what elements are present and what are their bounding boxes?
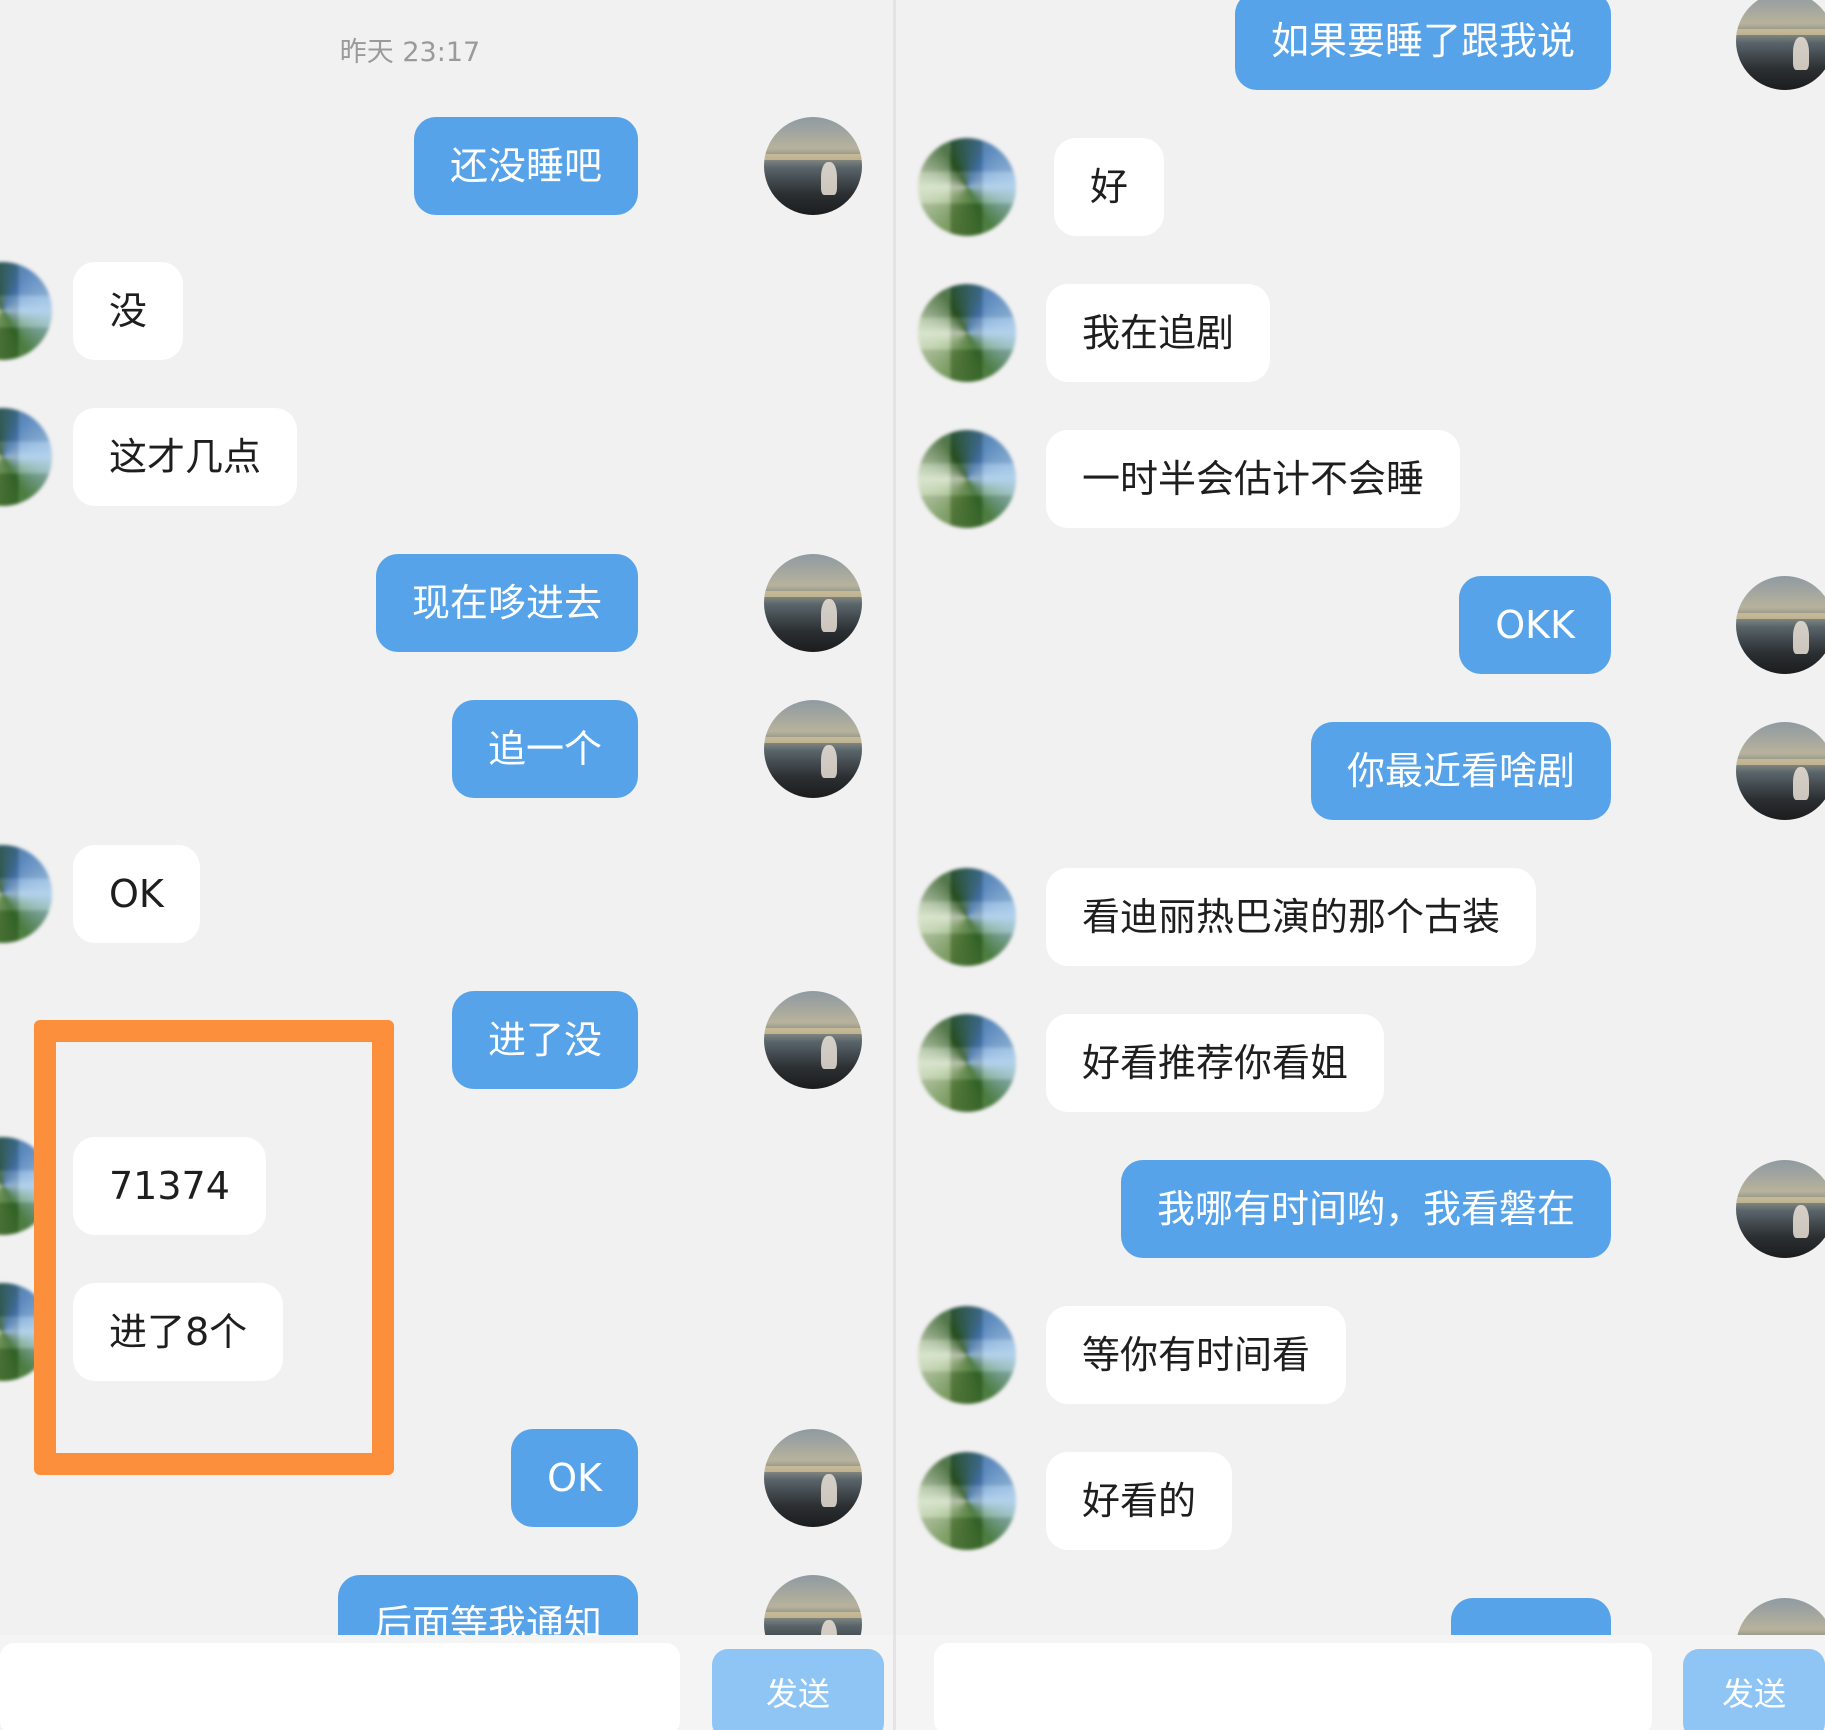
input-bar: 发送 bbox=[0, 1635, 893, 1730]
contact-avatar[interactable] bbox=[918, 430, 1016, 528]
self-avatar[interactable] bbox=[764, 700, 862, 798]
input-bar: 发送 bbox=[896, 1635, 1825, 1730]
message-bubble-outgoing[interactable]: 你最近看啥剧 bbox=[1310, 722, 1611, 820]
message-input[interactable] bbox=[934, 1643, 1652, 1730]
highlight-annotation-box bbox=[34, 1020, 394, 1475]
contact-avatar[interactable] bbox=[0, 845, 52, 943]
message-bubble-incoming[interactable]: 好看的 bbox=[1046, 1452, 1233, 1550]
self-avatar[interactable] bbox=[1736, 0, 1825, 90]
self-avatar[interactable] bbox=[1736, 576, 1825, 674]
self-avatar[interactable] bbox=[1736, 722, 1825, 820]
message-bubble-outgoing[interactable]: OK bbox=[511, 1429, 638, 1527]
contact-avatar[interactable] bbox=[918, 138, 1016, 236]
contact-avatar[interactable] bbox=[0, 408, 52, 506]
self-avatar[interactable] bbox=[764, 991, 862, 1089]
contact-avatar[interactable] bbox=[918, 868, 1016, 966]
message-bubble-incoming[interactable]: 看迪丽热巴演的那个古装 bbox=[1046, 868, 1537, 966]
self-avatar[interactable] bbox=[1736, 1160, 1825, 1258]
contact-avatar[interactable] bbox=[918, 1452, 1016, 1550]
message-bubble-incoming[interactable]: 好看推荐你看姐 bbox=[1046, 1014, 1385, 1112]
message-bubble-incoming[interactable]: 我在追剧 bbox=[1046, 284, 1271, 382]
message-bubble-incoming[interactable]: 这才几点 bbox=[73, 408, 298, 506]
message-bubble-incoming[interactable]: OK bbox=[73, 845, 200, 943]
message-bubble-incoming[interactable]: 等你有时间看 bbox=[1046, 1306, 1347, 1404]
message-bubble-outgoing[interactable]: 还没睡吧 bbox=[413, 117, 638, 215]
message-bubble-outgoing[interactable]: 我哪有时间哟，我看磐在 bbox=[1120, 1160, 1611, 1258]
message-bubble-outgoing[interactable]: OKK bbox=[1459, 576, 1611, 674]
message-bubble-outgoing[interactable]: 追一个 bbox=[451, 700, 638, 798]
contact-avatar[interactable] bbox=[918, 1306, 1016, 1404]
message-bubble-outgoing[interactable]: 如果要睡了跟我说 bbox=[1234, 0, 1611, 90]
message-bubble-incoming[interactable]: 一时半会估计不会睡 bbox=[1046, 430, 1461, 528]
self-avatar[interactable] bbox=[764, 117, 862, 215]
message-input[interactable] bbox=[0, 1643, 680, 1730]
message-bubble-incoming[interactable]: 没 bbox=[73, 262, 184, 360]
contact-avatar[interactable] bbox=[0, 262, 52, 360]
chat-pane-right: 如果要睡了跟我说 好 我在追剧 一时半会估计不会睡 OKK 你最近看啥剧 看迪丽… bbox=[896, 0, 1825, 1730]
send-button[interactable]: 发送 bbox=[712, 1649, 884, 1730]
message-bubble-incoming[interactable]: 好 bbox=[1054, 138, 1165, 236]
contact-avatar[interactable] bbox=[918, 1014, 1016, 1112]
message-bubble-outgoing[interactable]: 进了没 bbox=[451, 991, 638, 1089]
self-avatar[interactable] bbox=[764, 1429, 862, 1527]
message-bubble-outgoing[interactable]: 现在哆进去 bbox=[375, 554, 638, 652]
chat-pane-left: 昨天 23:17 还没睡吧 没 这才几点 现在哆进去 追一个 OK 进了没 71… bbox=[0, 0, 893, 1730]
self-avatar[interactable] bbox=[764, 554, 862, 652]
send-button[interactable]: 发送 bbox=[1683, 1649, 1825, 1730]
message-timestamp: 昨天 23:17 bbox=[339, 37, 481, 68]
contact-avatar[interactable] bbox=[918, 284, 1016, 382]
